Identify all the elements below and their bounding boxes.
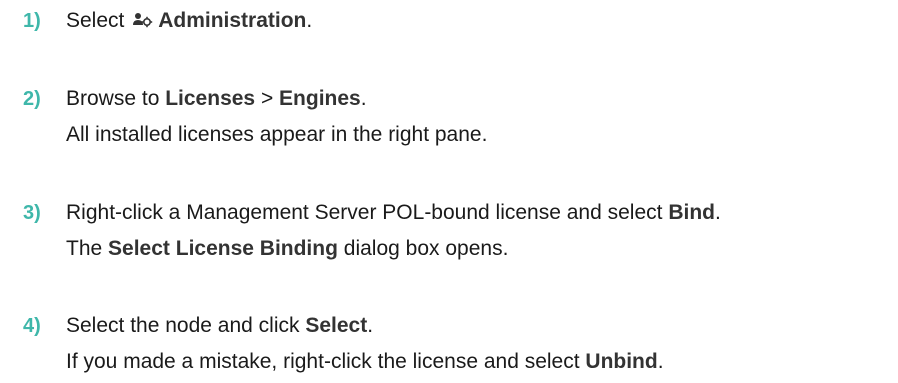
step-number: 2) [23, 88, 41, 110]
step-instruction: Select Administration. [66, 6, 312, 36]
step-instruction: Browse to Licenses > Engines. [66, 84, 367, 114]
step-result: The Select License Binding dialog box op… [66, 234, 508, 264]
punctuation: . [714, 201, 721, 224]
select-label: Select [305, 314, 368, 337]
punctuation: . [306, 9, 313, 32]
note-text: If you made a mistake, right-click the l… [66, 350, 586, 373]
step-number: 3) [23, 202, 41, 224]
procedure-steps: 1) Select Administration. 2) Browse to L… [0, 0, 898, 383]
instruction-text: Select [66, 9, 131, 32]
step-instruction: Select the node and click Select. [66, 311, 373, 341]
instruction-text: Browse to [66, 87, 166, 110]
path-separator: > [255, 87, 280, 110]
punctuation: . [367, 314, 374, 337]
bind-label: Bind [668, 201, 715, 224]
step-note: If you made a mistake, right-click the l… [66, 347, 664, 377]
punctuation: . [657, 350, 664, 373]
instruction-text: Select the node and click [66, 314, 306, 337]
step-number: 4) [23, 315, 41, 337]
select-license-binding-label: Select License Binding [108, 237, 338, 260]
result-text: The [66, 237, 109, 260]
result-text: dialog box opens. [337, 237, 509, 260]
engines-label: Engines [279, 87, 361, 110]
punctuation: . [360, 87, 367, 110]
licenses-label: Licenses [165, 87, 256, 110]
instruction-text: Right-click a Management Server POL-boun… [66, 201, 669, 224]
unbind-label: Unbind [585, 350, 658, 373]
step-result: All installed licenses appear in the rig… [66, 123, 488, 146]
administration-label: Administration [158, 9, 307, 32]
administration-icon [132, 8, 154, 28]
step-number: 1) [23, 10, 41, 32]
step-instruction: Right-click a Management Server POL-boun… [66, 198, 721, 228]
